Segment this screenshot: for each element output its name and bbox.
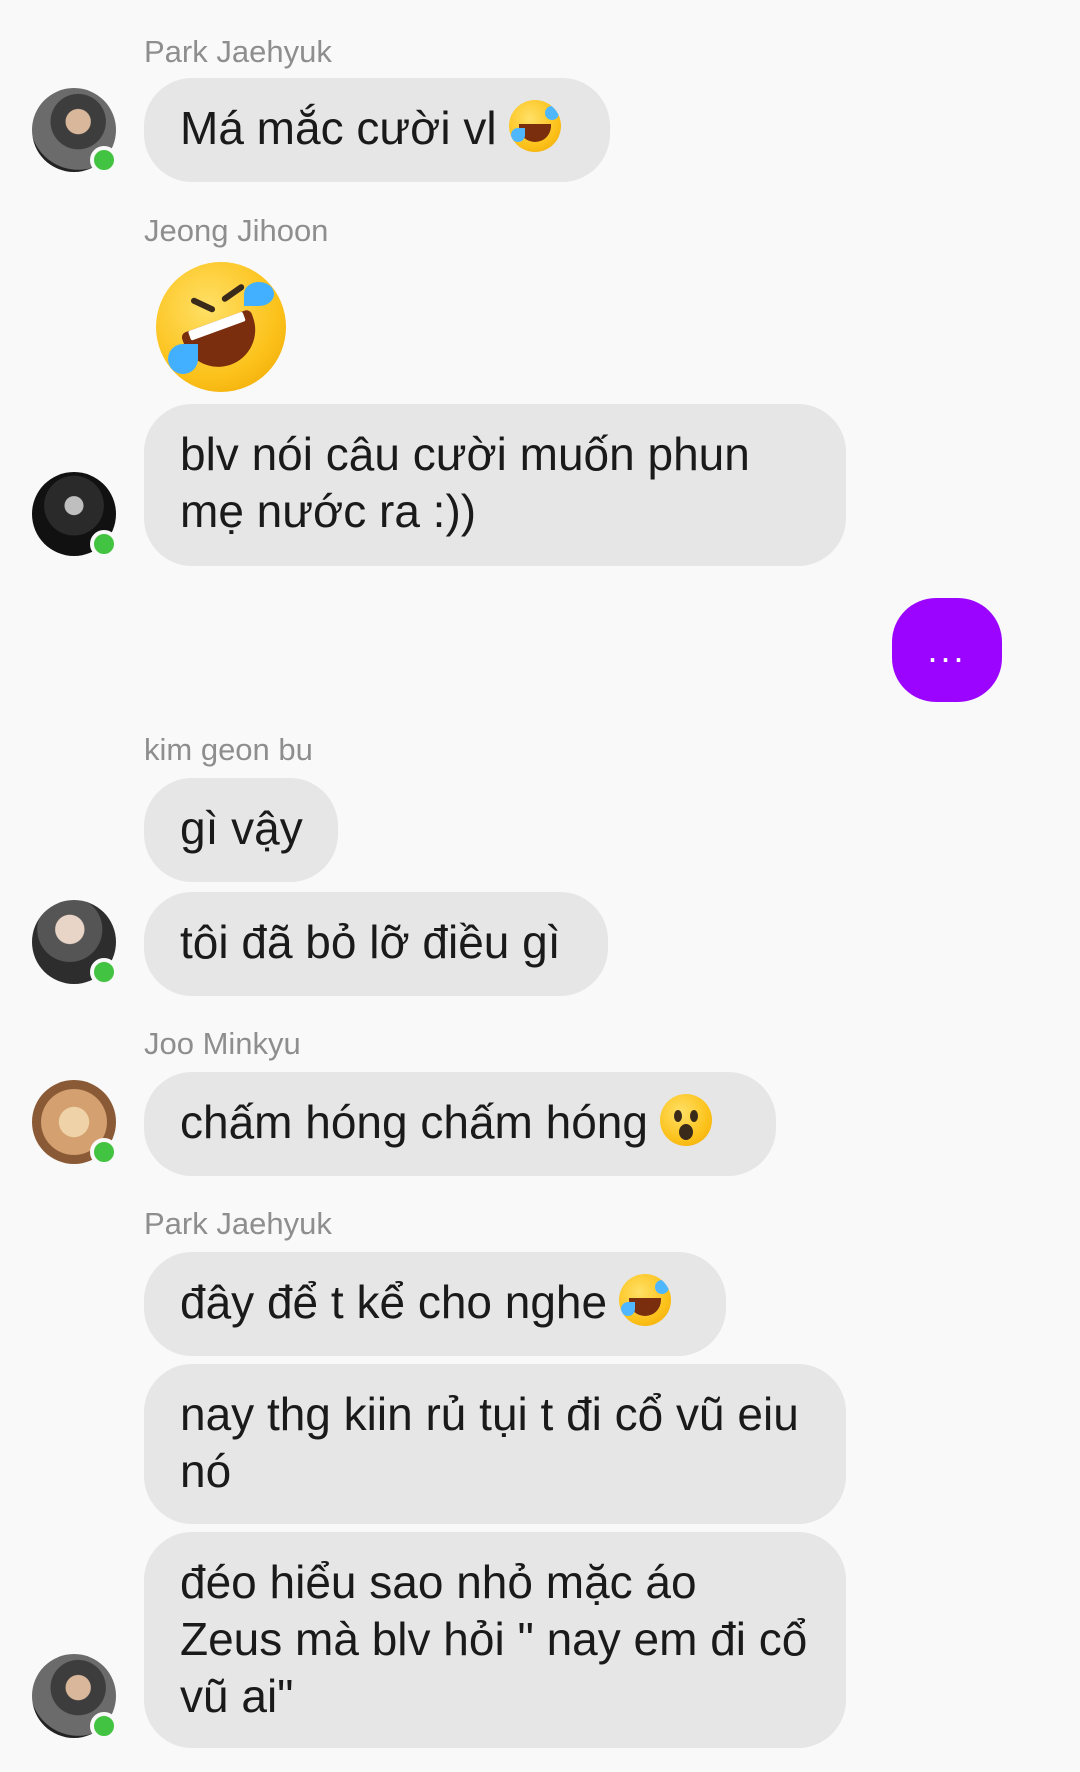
message-text: nay thg kiin rủ tụi t đi cổ vũ eiu nó <box>180 1388 799 1497</box>
laughing-emoji-icon <box>619 1274 672 1326</box>
sender-name: Joo Minkyu <box>144 1026 301 1061</box>
sender-name: Jeong Jihoon <box>144 213 329 248</box>
message-text: gì vậy <box>180 802 303 854</box>
message-text: tôi đã bỏ lỡ điều gì <box>180 916 561 968</box>
sender-name: Park Jaehyuk <box>144 1206 332 1241</box>
message-text: đéo hiểu sao nhỏ mặc áo Zeus mà blv hỏi … <box>180 1556 808 1722</box>
message-text: blv nói câu cười muốn phun mẹ nước ra :)… <box>180 428 750 537</box>
online-status-icon <box>90 146 118 174</box>
online-status-icon <box>90 1712 118 1740</box>
message-bubble[interactable]: blv nói câu cười muốn phun mẹ nước ra :)… <box>144 404 846 566</box>
message-text: Má mắc cười vl <box>180 102 497 154</box>
message-text: đây để t kể cho nghe <box>180 1276 608 1328</box>
online-status-icon <box>90 958 118 986</box>
message-bubble[interactable]: nay thg kiin rủ tụi t đi cổ vũ eiu nó <box>144 1364 846 1524</box>
avatar[interactable] <box>32 1080 118 1166</box>
message-bubble[interactable]: tôi đã bỏ lỡ điều gì <box>144 892 608 996</box>
message-bubble[interactable]: đây để t kể cho nghe <box>144 1252 726 1356</box>
message-bubble[interactable]: đéo hiểu sao nhỏ mặc áo Zeus mà blv hỏi … <box>144 1532 846 1748</box>
online-status-icon <box>90 1138 118 1166</box>
avatar[interactable] <box>32 88 118 174</box>
message-bubble[interactable]: gì vậy <box>144 778 338 882</box>
avatar[interactable] <box>32 900 118 986</box>
sender-name: Park Jaehyuk <box>144 34 332 69</box>
laughing-emoji-icon <box>508 100 561 152</box>
sender-name: kim geon bu <box>144 732 313 767</box>
message-bubble[interactable]: chấm hóng chấm hóng <box>144 1072 776 1176</box>
message-bubble[interactable]: Má mắc cười vl <box>144 78 610 182</box>
laughing-emoji-icon[interactable] <box>156 262 286 392</box>
hushed-face-emoji-icon <box>659 1094 712 1146</box>
typing-indicator: ... <box>892 598 1002 702</box>
online-status-icon <box>90 530 118 558</box>
avatar[interactable] <box>32 472 118 558</box>
avatar[interactable] <box>32 1654 118 1740</box>
message-text: chấm hóng chấm hóng <box>180 1096 648 1148</box>
